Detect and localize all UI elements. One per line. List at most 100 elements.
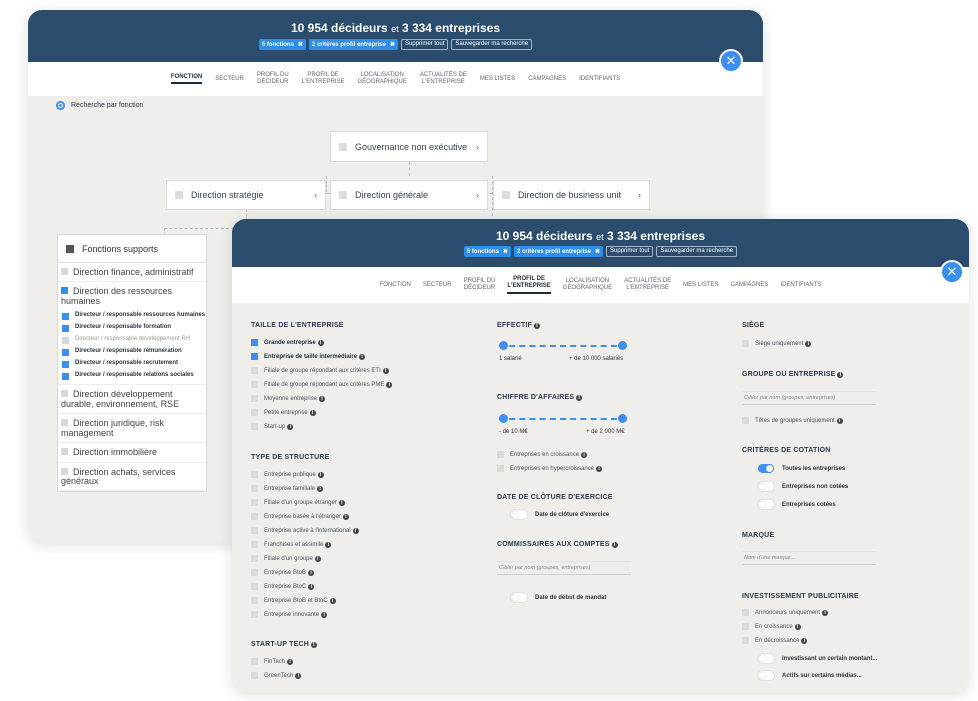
group-rh[interactable]: Direction des ressources humaines — [58, 282, 206, 310]
checkbox-fintech[interactable]: FinTech i — [251, 658, 294, 665]
info-icon[interactable]: i — [317, 471, 324, 478]
checkbox-hypercroissance[interactable]: Entreprises en hypercroissance i — [497, 465, 603, 472]
toggle-switch[interactable] — [758, 671, 774, 680]
info-icon[interactable]: i — [611, 542, 618, 548]
info-icon[interactable]: i — [822, 609, 829, 616]
toggle-medias[interactable]: Actifs sur certains médias... — [758, 671, 862, 680]
info-icon[interactable]: i — [805, 340, 812, 347]
checkbox-structure[interactable]: Entreprise BtoC i — [251, 583, 315, 590]
tab-profil-decideur[interactable]: PROFIL DU DÉCIDEUR — [464, 278, 496, 291]
tab-campagnes[interactable]: CAMPAGNES — [731, 282, 769, 289]
checkbox-icon[interactable] — [251, 367, 258, 374]
info-icon[interactable]: i — [837, 372, 844, 378]
group-immobiliere[interactable]: Direction immobilière — [58, 443, 206, 463]
tab-mes-listes[interactable]: MES LISTES — [683, 282, 718, 289]
commissaires-search-input[interactable]: Cibler par nom (groupes, entreprises) — [497, 561, 631, 575]
checkbox-checked-icon[interactable] — [251, 353, 258, 360]
tab-identifiants[interactable]: IDENTIFIANTS — [780, 282, 821, 289]
tab-profil-entreprise[interactable]: PROFIL DE L'ENTREPRISE — [302, 72, 345, 85]
info-icon[interactable]: i — [308, 583, 315, 590]
remove-icon[interactable]: ✖ — [503, 249, 508, 255]
checkbox-structure[interactable]: Entreprise BtoB et BtoC i — [251, 597, 336, 604]
checkbox-filiale-eti[interactable]: Filiale de groupe répondant aux critères… — [251, 367, 389, 374]
tab-identifiants[interactable]: IDENTIFIANTS — [579, 76, 620, 83]
checkbox-structure[interactable]: Entreprise basée à l'étranger i — [251, 513, 349, 520]
checkbox-grande-entreprise[interactable]: Grande entreprise i — [251, 339, 324, 346]
tab-localisation[interactable]: LOCALISATION GÉOGRAPHIQUE — [358, 72, 407, 85]
filter-chip-profil[interactable]: 2 critères profil entreprise ✖ — [308, 39, 399, 50]
info-icon[interactable]: i — [325, 541, 332, 548]
checkbox-icon[interactable] — [742, 637, 749, 644]
node-strategie[interactable]: Direction stratégie › — [166, 180, 326, 210]
info-icon[interactable]: i — [310, 642, 317, 648]
chevron-right-icon[interactable]: › — [314, 190, 317, 200]
checkbox-icon[interactable] — [497, 465, 504, 472]
tab-profil-decideur[interactable]: PROFIL DU DÉCIDEUR — [257, 72, 289, 85]
checkbox-icon[interactable] — [251, 541, 258, 548]
toggle-switch[interactable] — [758, 500, 774, 509]
checkbox-structure[interactable]: Entreprise publique i — [251, 471, 324, 478]
tab-secteur[interactable]: SECTEUR — [215, 76, 244, 83]
checkbox-filiale-pme[interactable]: Filiale de groupe répondant aux critères… — [251, 381, 393, 388]
slider-max-handle[interactable] — [618, 414, 627, 423]
toggle-toutes-entreprises[interactable]: Toutes les entreprises — [758, 464, 845, 473]
checkbox-icon[interactable] — [251, 597, 258, 604]
checkbox-icon[interactable] — [742, 609, 749, 616]
checkbox-icon[interactable] — [251, 555, 258, 562]
checkbox-moyenne[interactable]: Moyenne entreprise i — [251, 395, 326, 402]
checkbox-tetes-groupes[interactable]: Têtes de groupes uniquement i — [742, 417, 843, 424]
group-juridique[interactable]: Direction juridique, risk management — [58, 414, 206, 444]
checkbox-croissance[interactable]: Entreprises en croissance i — [497, 451, 588, 458]
tab-profil-entreprise[interactable]: PROFIL DE L'ENTREPRISE — [507, 276, 551, 294]
node-checkbox[interactable] — [339, 142, 347, 151]
tab-fonction[interactable]: FONCTION — [380, 282, 411, 289]
subfunction-item[interactable]: Directeur / responsable rémunération — [58, 346, 206, 358]
checkbox-en-croissance[interactable]: En croissance i — [742, 623, 801, 630]
chevron-right-icon[interactable]: › — [638, 190, 641, 200]
group-finance[interactable]: Direction finance, administratif — [58, 263, 206, 283]
group-rse[interactable]: Direction développement durable, environ… — [58, 385, 206, 415]
node-checkbox[interactable] — [175, 191, 183, 199]
checkbox-en-decroissance[interactable]: En décroissance i — [742, 637, 808, 644]
node-business-unit[interactable]: Direction de business unit › — [493, 180, 650, 210]
toggle-date-mandat[interactable]: Date de début de mandat — [511, 593, 606, 602]
checkbox-icon[interactable] — [251, 672, 258, 679]
checkbox-checked-icon[interactable] — [62, 349, 69, 357]
checkbox-icon[interactable] — [251, 381, 258, 388]
group-checkbox[interactable] — [61, 448, 68, 456]
checkbox-petite[interactable]: Petite entreprise i — [251, 409, 316, 416]
fonctions-supports-header[interactable]: Fonctions supports — [58, 235, 206, 263]
tab-localisation[interactable]: LOCALISATION GÉOGRAPHIQUE — [563, 278, 612, 291]
save-search-button[interactable]: Sauvegarder ma recherche — [451, 39, 533, 50]
checkbox-icon[interactable] — [251, 513, 258, 520]
clear-all-button[interactable]: Supprimer tout — [401, 39, 449, 50]
info-icon[interactable]: i — [794, 623, 801, 630]
subfunction-item[interactable]: Directeur / responsable développement RH — [58, 334, 206, 346]
checkbox-checked-icon[interactable] — [62, 373, 69, 381]
ca-slider[interactable] — [499, 414, 627, 423]
info-icon[interactable]: i — [801, 637, 808, 644]
checkbox-icon[interactable] — [251, 471, 258, 478]
tab-mes-listes[interactable]: MES LISTES — [480, 76, 515, 83]
minus-icon[interactable] — [66, 244, 74, 253]
checkbox-siege[interactable]: Siège uniquement i — [742, 340, 812, 347]
checkbox-structure[interactable]: Entreprise active à l'international i — [251, 527, 359, 534]
chevron-right-icon[interactable]: › — [476, 142, 479, 152]
filter-chip-profil[interactable]: 2 critères profil entreprise ✖ — [513, 246, 604, 257]
chevron-right-icon[interactable]: › — [476, 190, 479, 200]
checkbox-icon[interactable] — [251, 611, 258, 618]
info-icon[interactable]: i — [319, 395, 326, 402]
checkbox-checked-icon[interactable] — [62, 313, 69, 321]
info-icon[interactable]: i — [317, 485, 324, 492]
slider-max-handle[interactable] — [618, 341, 627, 350]
checkbox-icon[interactable] — [497, 451, 504, 458]
subfunction-item[interactable]: Directeur / responsable formation — [58, 322, 206, 334]
toggle-cotees[interactable]: Entreprises cotées — [758, 500, 836, 509]
node-direction-generale[interactable]: Direction générale › — [330, 180, 488, 210]
toggle-switch[interactable] — [758, 482, 774, 491]
group-checkbox[interactable] — [61, 419, 68, 427]
tab-secteur[interactable]: SECTEUR — [423, 282, 452, 289]
subfunction-item[interactable]: Directeur / responsable recrutement — [58, 358, 206, 370]
groupe-search-input[interactable]: Cibler par nom (groupes, entreprises) — [742, 391, 876, 405]
tab-fonction[interactable]: FONCTION — [170, 74, 203, 85]
